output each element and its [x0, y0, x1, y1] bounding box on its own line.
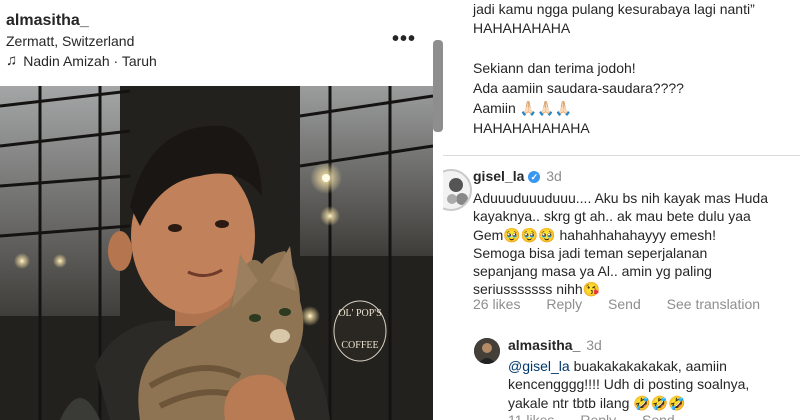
post-panel: almasitha_ Zermatt, Switzerland ♫ Nadin …: [0, 0, 433, 420]
music-note-icon: ♫: [6, 52, 18, 69]
post-music[interactable]: ♫ Nadin Amizah · Taruh: [6, 52, 157, 69]
caption-line: HAHAHAHAHAHA: [473, 120, 590, 136]
reply-button[interactable]: Reply: [546, 296, 582, 312]
mention-link[interactable]: @gisel_la: [508, 358, 570, 374]
comment-username[interactable]: gisel_la ✓ 3d: [473, 168, 562, 184]
see-translation-button[interactable]: See translation: [667, 296, 760, 312]
avatar[interactable]: [474, 338, 500, 364]
caption-line: Sekiann dan terima jodoh!: [473, 60, 636, 76]
comment-body: Aduuuduuuduuu.... Aku bs nih kayak mas H…: [473, 189, 768, 299]
likes-count[interactable]: 11 likes: [508, 412, 554, 420]
section-divider: [443, 155, 800, 156]
scrollbar-thumb[interactable]: [433, 40, 443, 132]
verified-badge-icon: ✓: [528, 171, 541, 183]
post-location[interactable]: Zermatt, Switzerland: [6, 33, 134, 49]
post-photo-image: OL' POP'S COFFEE: [0, 86, 433, 420]
comment-username-text[interactable]: gisel_la: [473, 168, 524, 184]
comments-panel: jadi kamu ngga pulang kesurabaya lagi na…: [443, 0, 800, 420]
post-username[interactable]: almasitha_: [6, 12, 89, 30]
svg-text:OL' POP'S: OL' POP'S: [338, 308, 381, 319]
comment-line: kayaknya.. skrg gt ah.. ak mau bete dulu…: [473, 208, 751, 225]
avatar-image: [443, 171, 470, 209]
music-label: Nadin Amizah · Taruh: [23, 52, 157, 69]
caption-line: Ada aamiin saudara-saudara????: [473, 80, 684, 96]
comment-time: 3d: [546, 168, 562, 184]
comment-time: 3d: [586, 337, 602, 353]
comment-line: @gisel_la buakakakakakak, aamiin: [508, 357, 749, 375]
comment-line: Aduuuduuuduuu.... Aku bs nih kayak mas H…: [473, 190, 768, 206]
more-options-button[interactable]: •••: [392, 28, 416, 51]
avatar[interactable]: [443, 169, 472, 211]
send-button[interactable]: Send: [608, 296, 641, 312]
likes-count[interactable]: 26 likes: [473, 296, 520, 312]
caption-line: Aamiin 🙏🏻🙏🏻🙏🏻: [473, 100, 572, 116]
reply-button[interactable]: Reply: [580, 412, 616, 420]
avatar-image: [474, 338, 500, 364]
comment-username-text[interactable]: almasitha_: [508, 337, 580, 353]
comment-line: yakale ntr tbtb ilang 🤣🤣🤣: [508, 394, 686, 411]
comment-body: @gisel_la buakakakakakak, aamiin kenceng…: [508, 357, 749, 412]
comment-username[interactable]: almasitha_ 3d: [508, 337, 602, 353]
caption-line: jadi kamu ngga pulang kesurabaya lagi na…: [473, 1, 755, 17]
comment-line-text: buakakakakakak, aamiin: [569, 358, 727, 374]
comment-line: Gem🥹🥹🥹 hahahhahahayyy emesh!: [473, 226, 716, 243]
caption-line: HAHAHAHAHA: [473, 20, 571, 36]
comment-line: sepanjang masa ya Al.. amin yg paling: [473, 263, 712, 280]
post-photo[interactable]: OL' POP'S COFFEE: [0, 86, 433, 420]
svg-text:COFFEE: COFFEE: [341, 340, 378, 351]
post-header: almasitha_ Zermatt, Switzerland ♫ Nadin …: [0, 0, 433, 86]
comment-actions: 26 likes Reply Send See translation: [473, 296, 782, 312]
comment-line: Semoga bisa jadi teman seperjalanan: [473, 244, 708, 261]
send-button[interactable]: Send: [642, 412, 675, 420]
comment-actions: 11 likes Reply Send: [508, 412, 697, 420]
comment-line: kencengggg!!!! Udh di posting soalnya,: [508, 376, 750, 393]
